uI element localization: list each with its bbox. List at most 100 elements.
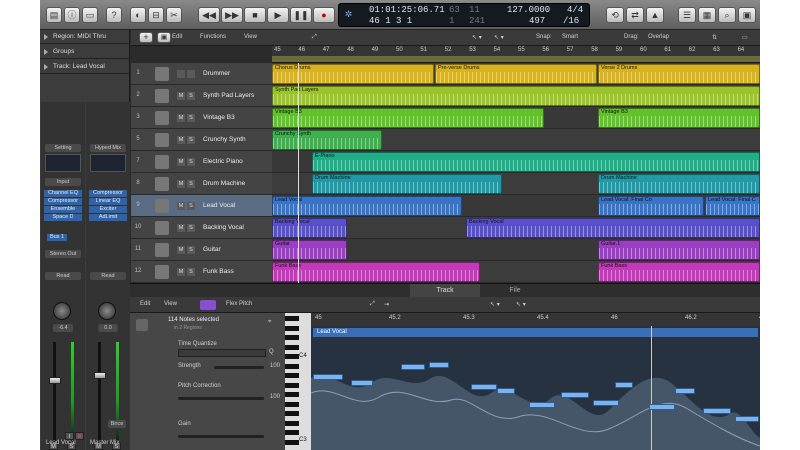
track-solo-button[interactable]: S — [187, 136, 195, 144]
tab-track[interactable]: Track — [410, 284, 480, 298]
pitch-note[interactable] — [593, 400, 619, 406]
black-key[interactable] — [285, 373, 299, 378]
catch-icon[interactable]: ⤢ — [312, 34, 317, 41]
forward-button[interactable]: ▶▶ — [221, 7, 243, 23]
editor-view-menu[interactable]: View — [164, 301, 177, 307]
black-key[interactable] — [285, 354, 299, 359]
pitch-note[interactable] — [615, 382, 633, 388]
black-key[interactable] — [285, 401, 299, 407]
track-header[interactable]: 11 M S Guitar — [131, 239, 272, 261]
track-mute-button[interactable]: M — [177, 180, 185, 188]
region[interactable]: Lead Vocal: Final Co — [598, 196, 704, 216]
tracks-area[interactable]: Chorus Drums Pre-verse Drums Verse 2 Drums… — [272, 63, 760, 283]
quick-help-button[interactable]: ? — [106, 7, 122, 23]
timeline-ruler[interactable]: 45 46 47 48 49 50 51 52 53 54 55 56 57 58 59 60 61 62 63 64 — [272, 46, 760, 63]
pitch-note[interactable] — [561, 392, 589, 398]
add-track-button[interactable]: + — [139, 32, 153, 43]
region[interactable]: Funk Bass — [272, 262, 480, 282]
plugin-slot-2[interactable]: Compressor — [44, 198, 82, 205]
lcd-display[interactable]: ✲ 01:01:25:06.71 46 1 3 1 63 1 11 241 12… — [338, 3, 590, 27]
piano-keyboard[interactable]: C4 C3 — [285, 313, 311, 450]
track-solo-button[interactable]: S — [187, 268, 195, 276]
track-solo-button[interactable]: S — [187, 202, 195, 210]
functions-menu[interactable]: Functions — [200, 34, 226, 40]
region[interactable]: Drum Machine — [598, 174, 760, 194]
toolbar-button[interactable]: ▭ — [82, 7, 98, 23]
gain-slider[interactable] — [178, 435, 264, 438]
black-key[interactable] — [285, 316, 299, 321]
black-key[interactable] — [285, 392, 299, 397]
pan-knob[interactable] — [53, 302, 71, 320]
track-solo-button[interactable]: S — [187, 180, 195, 188]
notepad-button[interactable]: ▦ — [698, 7, 716, 23]
track-mute-button[interactable]: M — [177, 136, 185, 144]
region[interactable]: Verse 2 Drums — [598, 64, 760, 84]
strength-slider[interactable] — [214, 366, 264, 369]
track-mute-button[interactable]: M — [177, 224, 185, 232]
editor-pointer-tool[interactable]: ↖ ▾ — [490, 301, 500, 308]
pitch-note[interactable] — [313, 374, 343, 380]
track-solo-button[interactable]: S — [187, 114, 195, 122]
editor-catch-icon[interactable]: ⤢ — [370, 301, 375, 308]
black-key[interactable] — [285, 439, 299, 445]
plugin-slot-2[interactable]: Linear EQ — [89, 198, 127, 205]
pitch-note[interactable] — [649, 404, 675, 410]
black-key[interactable] — [285, 420, 299, 426]
record-button[interactable]: ● — [313, 7, 335, 23]
tab-file[interactable]: File — [480, 284, 550, 298]
pitch-note[interactable] — [735, 416, 759, 422]
editor-secondary-tool[interactable]: ↖ ▾ — [516, 301, 526, 308]
pointer-tool[interactable]: ↖ ▾ — [472, 34, 482, 41]
pitch-correction-slider[interactable] — [178, 397, 264, 400]
track-header[interactable]: 7 M S Electric Piano — [131, 151, 272, 173]
inspector-region-row[interactable]: Region: MIDI Thru — [40, 30, 130, 44]
track-mute-button[interactable]: M — [177, 92, 185, 100]
track-mute-button[interactable]: M — [177, 158, 185, 166]
editor-ruler[interactable]: 45 45.2 45.3 45.4 46 46.2 46.3 — [311, 313, 760, 326]
region[interactable]: Vintage B3 — [272, 108, 544, 128]
plugin-slot-3[interactable]: Exciter — [89, 206, 127, 213]
pitch-note[interactable] — [497, 388, 515, 394]
play-button[interactable]: ▶ — [267, 7, 289, 23]
region[interactable]: Lead Vocal — [272, 196, 462, 216]
black-key[interactable] — [285, 335, 299, 340]
zoom-icon[interactable]: ▭ — [742, 34, 748, 41]
editor-region-header[interactable]: Lead Vocal — [313, 328, 758, 337]
piano-roll-area[interactable]: Lead Vocal — [311, 326, 760, 450]
pitch-note[interactable] — [675, 388, 695, 394]
smart-controls-button[interactable]: ◐ — [130, 7, 146, 23]
track-mute-button[interactable] — [177, 70, 185, 78]
list-editors-button[interactable]: ☰ — [678, 7, 696, 23]
region[interactable]: Guitar.1 — [598, 240, 760, 260]
input-slot[interactable]: Input — [45, 178, 81, 186]
black-key[interactable] — [285, 382, 299, 388]
track-header[interactable]: 3 M S Vintage B3 — [131, 107, 272, 129]
black-key[interactable] — [285, 430, 299, 435]
track-solo-button[interactable]: S — [187, 224, 195, 232]
region-menu-icon[interactable]: ⌖ — [268, 319, 271, 326]
eq-thumbnail[interactable] — [90, 154, 126, 172]
playhead[interactable] — [298, 63, 299, 283]
pitch-note[interactable] — [529, 402, 555, 408]
track-header[interactable]: 1 Drummer — [131, 63, 272, 85]
track-mute-button[interactable]: M — [177, 246, 185, 254]
setting-button[interactable]: Setting — [45, 144, 81, 152]
library-button[interactable]: ▤ — [46, 7, 62, 23]
input-monitor-button[interactable]: I — [65, 432, 74, 440]
plugin-slot-4[interactable]: AdLimit — [89, 214, 127, 221]
track-mute-button[interactable]: M — [177, 202, 185, 210]
snap-select[interactable]: Smart — [562, 34, 578, 40]
bounce-button[interactable]: Bnce — [108, 420, 126, 428]
track-header[interactable]: 9 M S Lead Vocal — [131, 195, 272, 217]
pitch-note[interactable] — [471, 384, 497, 390]
playhead[interactable] — [651, 326, 652, 450]
track-solo-button[interactable]: S — [187, 158, 195, 166]
track-solo-button[interactable]: S — [187, 92, 195, 100]
region[interactable]: E-Piano — [312, 152, 760, 172]
cycle-region[interactable] — [272, 56, 760, 62]
plugin-slot-3[interactable]: Ensemble — [44, 206, 82, 213]
plugin-slot-4[interactable]: Space D — [44, 214, 82, 221]
pitch-note[interactable] — [351, 380, 373, 386]
loop-browser-button[interactable]: ⌕ — [718, 7, 736, 23]
inspector-button[interactable]: ⓘ — [64, 7, 80, 23]
